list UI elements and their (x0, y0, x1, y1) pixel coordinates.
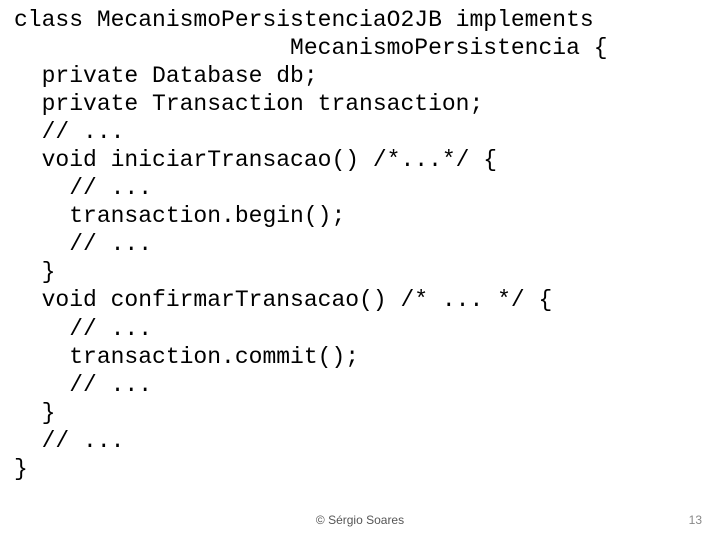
code-line: // ... (14, 231, 152, 257)
code-line: } (14, 259, 55, 285)
code-block: class MecanismoPersistenciaO2JB implemen… (0, 0, 720, 483)
page-number: 13 (689, 513, 702, 528)
code-line: // ... (14, 428, 124, 454)
code-line: MecanismoPersistencia { (14, 35, 608, 61)
code-line: // ... (14, 316, 152, 342)
code-line: // ... (14, 119, 124, 145)
code-line: class MecanismoPersistenciaO2JB implemen… (14, 7, 594, 33)
code-line: void iniciarTransacao() /*...*/ { (14, 147, 497, 173)
code-line: private Database db; (14, 63, 318, 89)
code-line: // ... (14, 372, 152, 398)
code-line: // ... (14, 175, 152, 201)
slide: class MecanismoPersistenciaO2JB implemen… (0, 0, 720, 540)
code-line: void confirmarTransacao() /* ... */ { (14, 287, 552, 313)
code-line: } (14, 456, 28, 482)
code-line: private Transaction transaction; (14, 91, 483, 117)
code-line: transaction.commit(); (14, 344, 359, 370)
code-line: transaction.begin(); (14, 203, 345, 229)
copyright-text: © Sérgio Soares (316, 513, 404, 528)
code-line: } (14, 400, 55, 426)
